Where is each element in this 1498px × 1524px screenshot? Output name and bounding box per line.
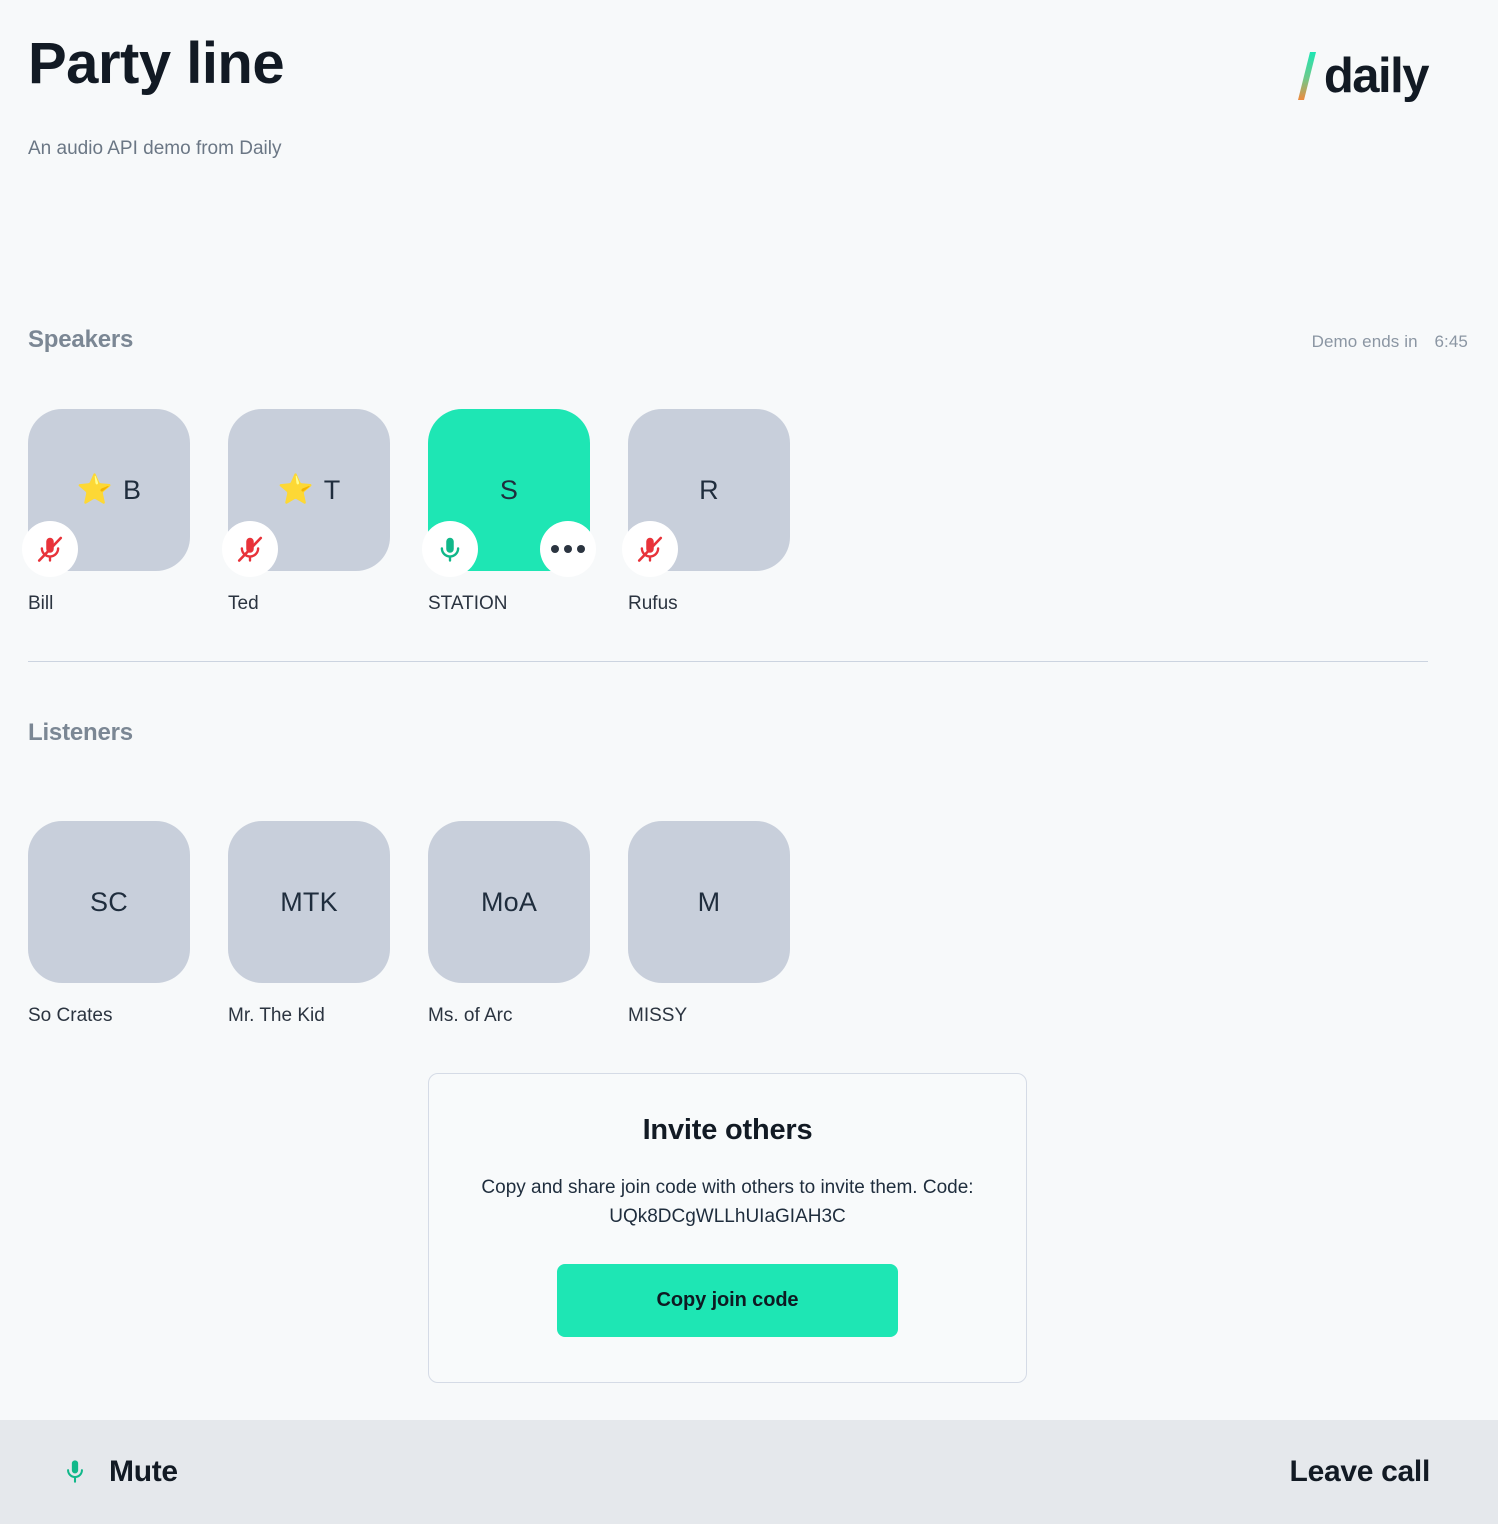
mic-muted-badge[interactable] bbox=[222, 521, 278, 577]
page-title: Party line bbox=[28, 31, 285, 96]
listeners-title: Listeners bbox=[28, 719, 133, 746]
app-header: Party line An audio API demo from Daily … bbox=[0, 0, 1498, 160]
participant-name: So Crates bbox=[28, 1005, 113, 1026]
avatar-initials: T bbox=[323, 474, 341, 505]
avatar-tile[interactable]: R bbox=[622, 409, 790, 577]
avatar-tile[interactable]: MoA bbox=[428, 821, 590, 983]
listener-ms-of-arc[interactable]: MoA Ms. of Arc bbox=[428, 821, 590, 1027]
invite-description-text: Copy and share join code with others to … bbox=[481, 1177, 974, 1198]
mic-muted-badge[interactable] bbox=[22, 521, 78, 577]
brand-slash-icon bbox=[1296, 50, 1322, 102]
participant-station[interactable]: S STATION bbox=[422, 409, 596, 615]
avatar-initials-wrap: SC bbox=[90, 887, 128, 918]
avatar-initials-wrap: ⭐ B bbox=[77, 475, 142, 506]
avatar-initials: M bbox=[697, 886, 721, 917]
participant-name: Ms. of Arc bbox=[428, 1005, 513, 1026]
speakers-section-header: Speakers Demo ends in 6:45 bbox=[28, 326, 1468, 354]
speakers-list: ⭐ B Bill ⭐ T Ted S STATION R Rufus bbox=[22, 409, 790, 615]
listeners-list: SC So Crates MTK Mr. The Kid MoA Ms. of … bbox=[28, 821, 790, 1027]
ellipsis-icon bbox=[551, 545, 585, 553]
participant-name: Rufus bbox=[628, 593, 678, 614]
brand-wordmark: daily bbox=[1323, 48, 1430, 103]
participant-name: STATION bbox=[428, 593, 508, 614]
avatar-initials: MTK bbox=[280, 886, 338, 917]
mute-button[interactable]: Mute bbox=[62, 1452, 178, 1493]
listeners-section-header: Listeners bbox=[28, 719, 1468, 747]
invite-others-card: Invite others Copy and share join code w… bbox=[428, 1073, 1027, 1383]
mic-icon bbox=[440, 537, 460, 562]
call-control-bar: Mute Leave call bbox=[0, 1420, 1498, 1524]
demo-timer: Demo ends in 6:45 bbox=[1312, 332, 1468, 352]
mic-muted-badge[interactable] bbox=[622, 521, 678, 577]
listener-so-crates[interactable]: SC So Crates bbox=[28, 821, 190, 1027]
join-code-value: UQk8DCgWLLhUIaGIAH3C bbox=[609, 1206, 846, 1228]
participant-name: MISSY bbox=[628, 1005, 688, 1026]
mic-muted-icon bbox=[37, 536, 63, 562]
moderator-star-icon: ⭐ bbox=[76, 473, 114, 506]
participant-ted[interactable]: ⭐ T Ted bbox=[222, 409, 390, 615]
avatar-initials: R bbox=[699, 474, 719, 505]
mic-muted-icon bbox=[237, 536, 263, 562]
avatar-initials-wrap: R bbox=[699, 475, 719, 506]
avatar-tile[interactable]: ⭐ T bbox=[222, 409, 390, 577]
avatar-initials-wrap: MoA bbox=[481, 887, 537, 918]
copy-join-code-button[interactable]: Copy join code bbox=[557, 1263, 898, 1337]
invite-title: Invite others bbox=[642, 1114, 813, 1146]
participant-rufus[interactable]: R Rufus bbox=[622, 409, 790, 615]
section-divider bbox=[28, 661, 1428, 662]
avatar-initials-wrap: S bbox=[500, 475, 518, 506]
participant-name: Ted bbox=[228, 593, 259, 614]
leave-call-button[interactable]: Leave call bbox=[1290, 1455, 1431, 1489]
invite-description: Copy and share join code with others to … bbox=[478, 1173, 978, 1232]
avatar-initials: SC bbox=[90, 886, 128, 917]
avatar-initials-wrap: M bbox=[698, 887, 721, 918]
demo-timer-label: Demo ends in bbox=[1311, 332, 1418, 351]
avatar-tile-active[interactable]: S bbox=[422, 409, 596, 577]
listener-missy[interactable]: M MISSY bbox=[628, 821, 790, 1027]
mic-muted-icon bbox=[637, 536, 663, 562]
avatar-tile[interactable]: M bbox=[628, 821, 790, 983]
avatar-initials-wrap: MTK bbox=[280, 887, 338, 918]
daily-logo: daily bbox=[1296, 48, 1430, 103]
avatar-initials: S bbox=[499, 474, 519, 505]
avatar-initials: B bbox=[123, 474, 142, 505]
page-subtitle: An audio API demo from Daily bbox=[28, 137, 282, 159]
avatar-tile[interactable]: MTK bbox=[228, 821, 390, 983]
avatar-initials: MoA bbox=[480, 886, 538, 917]
participant-name: Mr. The Kid bbox=[228, 1005, 325, 1026]
participant-menu-button[interactable] bbox=[540, 521, 596, 577]
moderator-star-icon: ⭐ bbox=[277, 473, 314, 506]
participant-name: Bill bbox=[28, 593, 54, 614]
avatar-tile[interactable]: ⭐ B bbox=[22, 409, 190, 577]
title-block: Party line An audio API demo from Daily bbox=[28, 31, 285, 160]
demo-timer-value: 6:45 bbox=[1434, 332, 1468, 351]
party-line-app: Party line An audio API demo from Daily … bbox=[0, 0, 1498, 1524]
mic-icon bbox=[62, 1452, 88, 1493]
speakers-title: Speakers bbox=[28, 326, 134, 353]
mute-label: Mute bbox=[109, 1455, 178, 1488]
listener-mr-the-kid[interactable]: MTK Mr. The Kid bbox=[228, 821, 390, 1027]
mic-unmuted-badge[interactable] bbox=[422, 521, 478, 577]
avatar-tile[interactable]: SC bbox=[28, 821, 190, 983]
participant-bill[interactable]: ⭐ B Bill bbox=[22, 409, 190, 615]
avatar-initials-wrap: ⭐ T bbox=[277, 475, 340, 506]
